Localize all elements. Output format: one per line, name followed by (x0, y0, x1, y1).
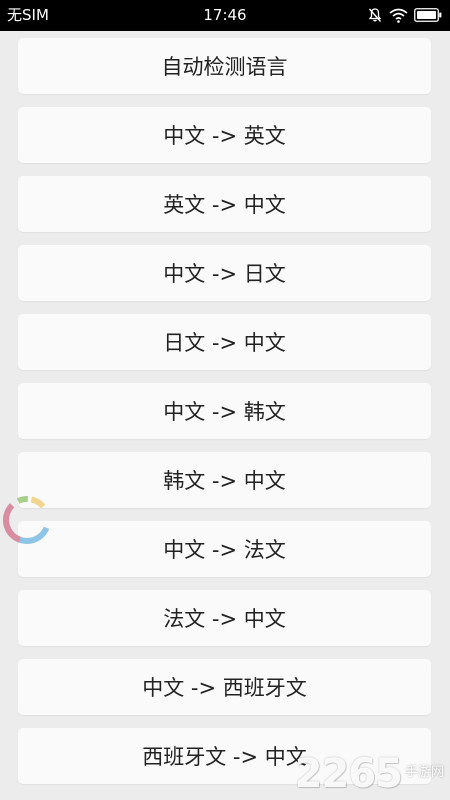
language-pair-list: 自动检测语言 中文 -> 英文 英文 -> 中文 中文 -> 日文 日文 -> … (18, 38, 431, 797)
lang-option-label: 韩文 -> 中文 (163, 469, 286, 493)
lang-option-label: 英文 -> 中文 (163, 193, 286, 217)
lang-option-label: 日文 -> 中文 (163, 331, 286, 355)
lang-option-zh-ko[interactable]: 中文 -> 韩文 (18, 383, 431, 439)
lang-option-ko-zh[interactable]: 韩文 -> 中文 (18, 452, 431, 508)
status-bar: 无SIM 17:46 (0, 0, 450, 31)
lang-option-label: 中文 -> 英文 (163, 124, 286, 148)
lang-option-en-zh[interactable]: 英文 -> 中文 (18, 176, 431, 232)
wifi-icon (389, 8, 408, 23)
lang-option-label: 中文 -> 韩文 (163, 400, 286, 424)
lang-option-zh-es[interactable]: 中文 -> 西班牙文 (18, 659, 431, 715)
loading-spinner-icon (0, 493, 54, 547)
site-watermark: 2265 手游网 (295, 752, 444, 796)
lang-option-label: 中文 -> 法文 (163, 538, 286, 562)
translate-language-screen: 无SIM 17:46 自动检测语言 中文 -> 英文 英文 -> 中文 中文 -… (0, 0, 450, 800)
lang-option-ja-zh[interactable]: 日文 -> 中文 (18, 314, 431, 370)
lang-option-label: 中文 -> 西班牙文 (142, 676, 307, 700)
battery-icon (414, 8, 442, 22)
lang-option-label: 法文 -> 中文 (163, 607, 286, 631)
lang-option-label: 中文 -> 日文 (163, 262, 286, 286)
watermark-suffix: 手游网 (404, 765, 444, 780)
lang-option-zh-en[interactable]: 中文 -> 英文 (18, 107, 431, 163)
mute-bell-icon (367, 7, 383, 23)
lang-option-zh-ja[interactable]: 中文 -> 日文 (18, 245, 431, 301)
lang-option-label: 自动检测语言 (161, 55, 288, 79)
lang-option-auto-detect[interactable]: 自动检测语言 (18, 38, 431, 94)
lang-option-fr-zh[interactable]: 法文 -> 中文 (18, 590, 431, 646)
watermark-digits: 2265 (294, 751, 403, 797)
status-icons (367, 6, 442, 24)
lang-option-zh-fr[interactable]: 中文 -> 法文 (18, 521, 431, 577)
lang-option-label: 西班牙文 -> 中文 (142, 745, 307, 769)
